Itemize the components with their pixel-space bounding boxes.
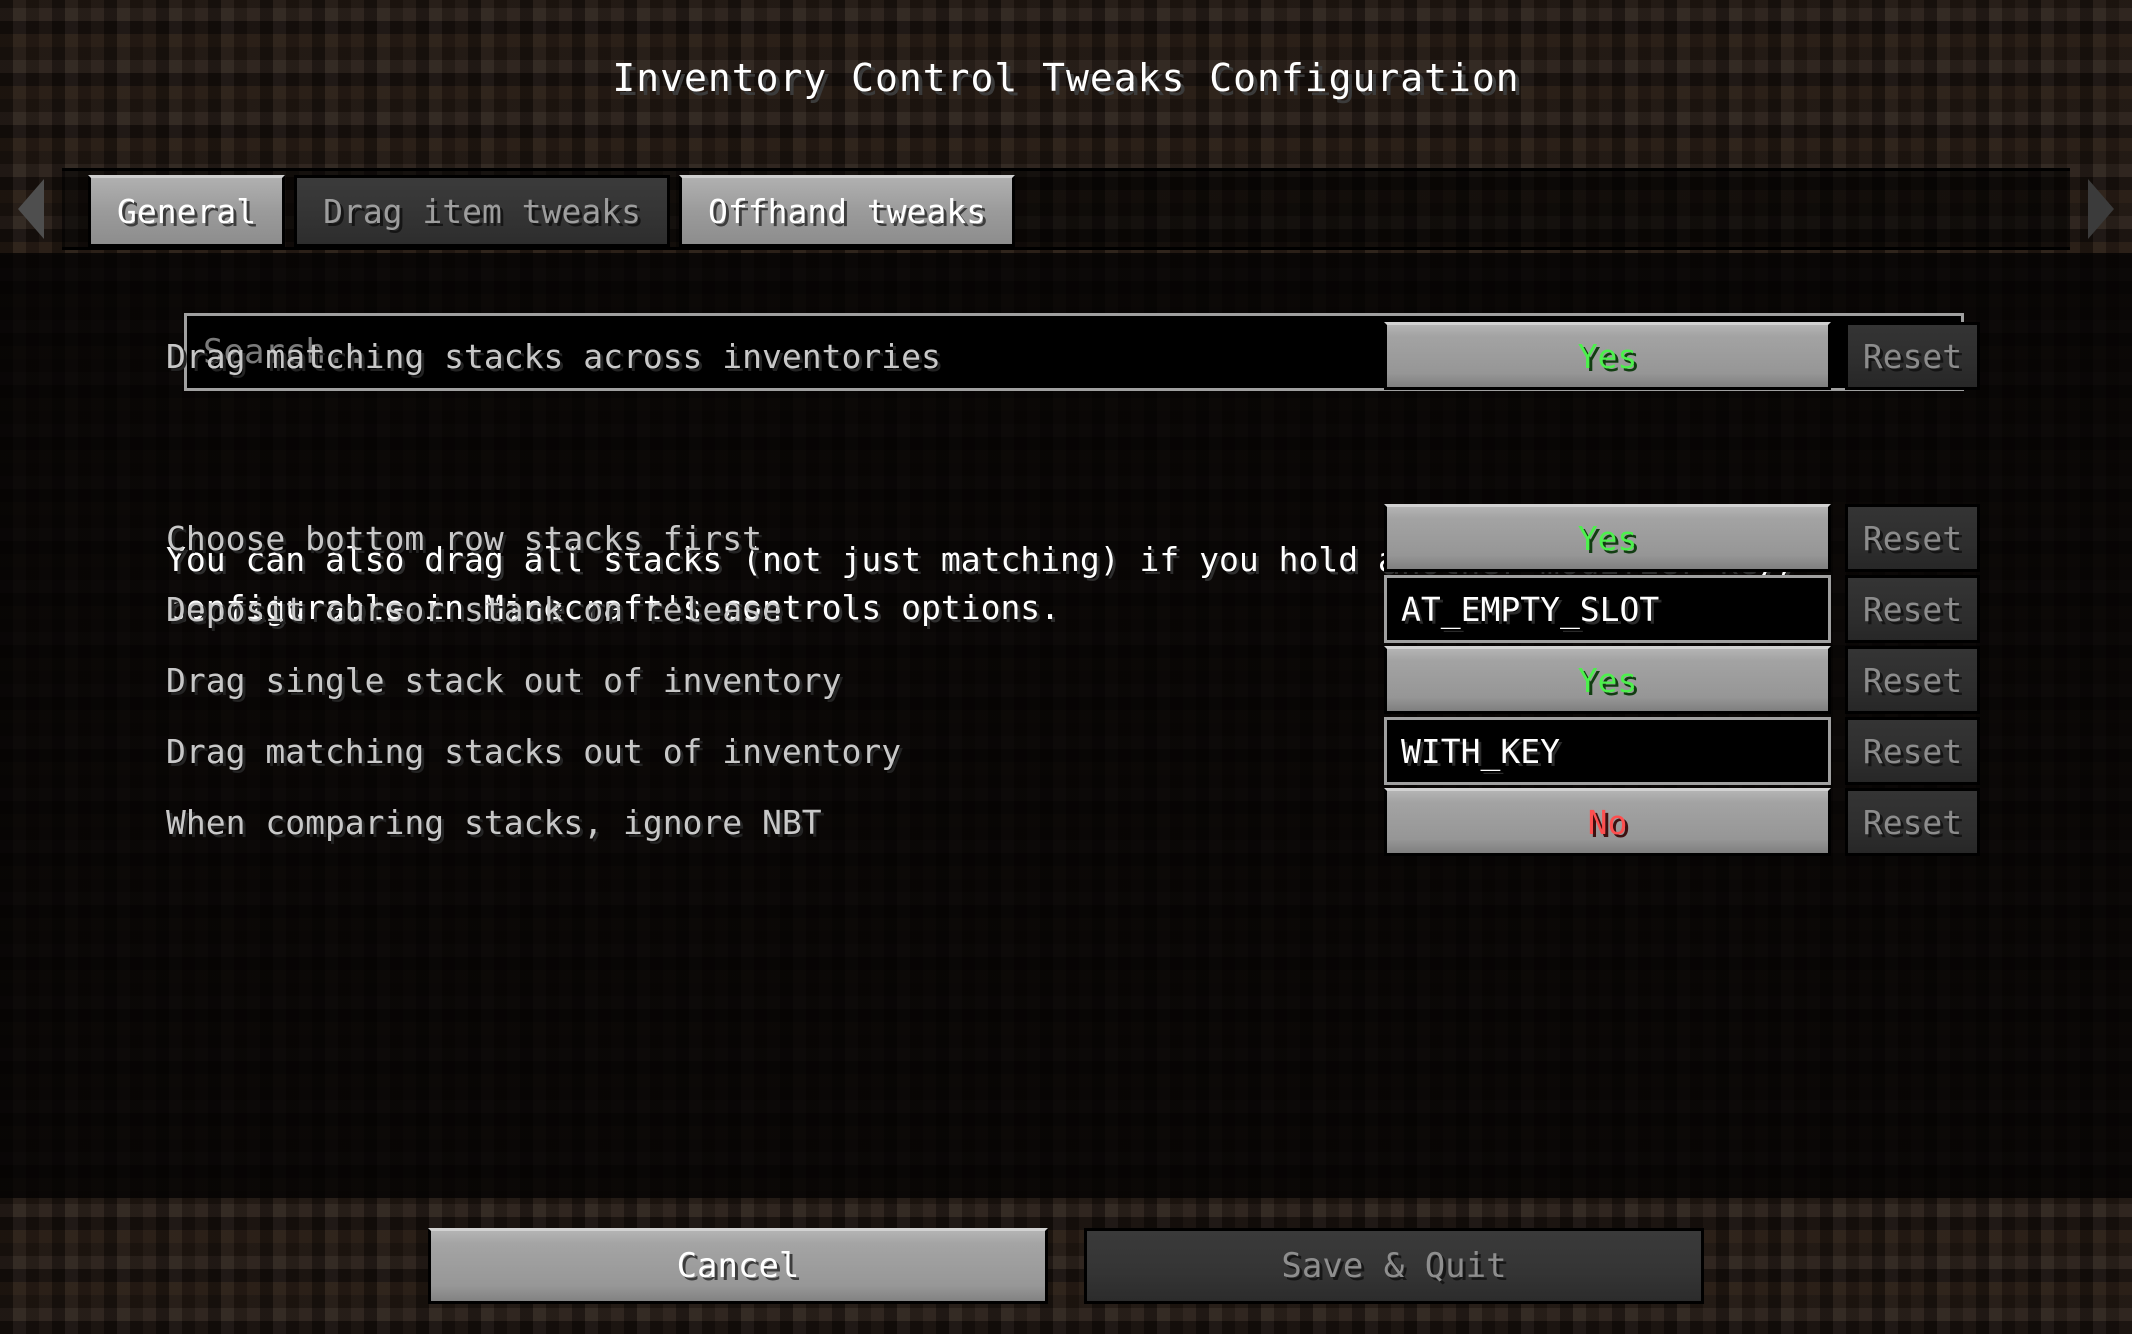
header: Inventory Control Tweaks Configuration — [0, 0, 2132, 120]
tab-scroll-left-button[interactable] — [0, 168, 62, 250]
option-label-drag-single-out: Drag single stack out of inventory — [166, 660, 842, 700]
config-content-panel: Drag matching stacks across inventories … — [0, 253, 2132, 1198]
tab-offhand-tweaks[interactable]: Offhand tweaks — [678, 175, 1016, 247]
option-row: Deposit cursor stack on release AT_EMPTY… — [0, 574, 2132, 644]
option-control-bottom-row-first[interactable]: Yes — [1384, 504, 1831, 572]
option-control-drag-single-out[interactable]: Yes — [1384, 646, 1831, 714]
option-row: Choose bottom row stacks first Yes Reset — [0, 503, 2132, 573]
tab-strip: General Drag item tweaks Offhand tweaks — [62, 168, 2070, 250]
enum-textfield[interactable]: WITH_KEY — [1384, 717, 1831, 785]
option-row: Drag matching stacks across inventories … — [0, 321, 2132, 391]
toggle-button[interactable]: No — [1384, 788, 1831, 856]
option-control-drag-matching-out[interactable]: WITH_KEY — [1384, 717, 1831, 785]
save-and-quit-button[interactable]: Save & Quit — [1084, 1228, 1704, 1304]
tab-drag-item-tweaks[interactable]: Drag item tweaks — [294, 175, 670, 247]
option-reset-drag-matching-out[interactable]: Reset — [1845, 717, 1980, 785]
option-label-drag-matching-out: Drag matching stacks out of inventory — [166, 731, 902, 771]
option-row: Drag single stack out of inventory Yes R… — [0, 645, 2132, 715]
tab-offhand-tweaks-label: Offhand tweaks — [707, 191, 987, 231]
option-control-ignore-nbt[interactable]: No — [1384, 788, 1831, 856]
footer: Cancel Save & Quit — [0, 1198, 2132, 1334]
option-label-bottom-row-first: Choose bottom row stacks first — [166, 518, 763, 558]
toggle-value: No — [1587, 802, 1628, 842]
tab-general-label: General — [117, 191, 257, 231]
toggle-button[interactable]: Yes — [1384, 322, 1831, 390]
option-row: Drag matching stacks out of inventory WI… — [0, 716, 2132, 786]
reset-button[interactable]: Reset — [1845, 717, 1980, 785]
option-row: When comparing stacks, ignore NBT No Res… — [0, 787, 2132, 857]
reset-button[interactable]: Reset — [1845, 788, 1980, 856]
option-control-drag-matching-across[interactable]: Yes — [1384, 322, 1831, 390]
toggle-value: Yes — [1577, 518, 1638, 558]
enum-textfield[interactable]: AT_EMPTY_SLOT — [1384, 575, 1831, 643]
option-label-ignore-nbt: When comparing stacks, ignore NBT — [166, 802, 822, 842]
option-label-deposit-cursor-stack: Deposit cursor stack on release — [166, 589, 782, 629]
reset-button[interactable]: Reset — [1845, 646, 1980, 714]
tab-drag-item-tweaks-label: Drag item tweaks — [323, 191, 641, 231]
toggle-button[interactable]: Yes — [1384, 504, 1831, 572]
option-reset-deposit-cursor-stack[interactable]: Reset — [1845, 575, 1980, 643]
tab-bar: General Drag item tweaks Offhand tweaks — [0, 168, 2132, 250]
page-title: Inventory Control Tweaks Configuration — [612, 56, 1520, 100]
reset-button[interactable]: Reset — [1845, 575, 1980, 643]
triangle-right-icon — [2088, 179, 2114, 239]
option-reset-drag-single-out[interactable]: Reset — [1845, 646, 1980, 714]
toggle-button[interactable]: Yes — [1384, 646, 1831, 714]
triangle-left-icon — [18, 179, 44, 239]
cancel-button[interactable]: Cancel — [428, 1228, 1048, 1304]
toggle-value: Yes — [1577, 336, 1638, 376]
option-label-drag-matching-across: Drag matching stacks across inventories — [166, 336, 941, 376]
option-reset-bottom-row-first[interactable]: Reset — [1845, 504, 1980, 572]
tab-scroll-right-button[interactable] — [2070, 168, 2132, 250]
option-control-deposit-cursor-stack[interactable]: AT_EMPTY_SLOT — [1384, 575, 1831, 643]
tab-general[interactable]: General — [88, 175, 286, 247]
option-reset-ignore-nbt[interactable]: Reset — [1845, 788, 1980, 856]
option-reset-drag-matching-across[interactable]: Reset — [1845, 322, 1980, 390]
reset-button[interactable]: Reset — [1845, 504, 1980, 572]
toggle-value: Yes — [1577, 660, 1638, 700]
reset-button[interactable]: Reset — [1845, 322, 1980, 390]
